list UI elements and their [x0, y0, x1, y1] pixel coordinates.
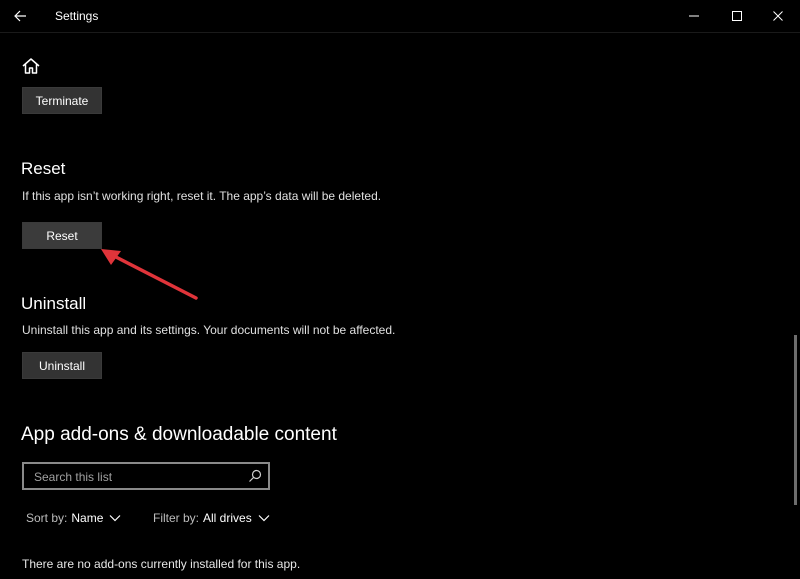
sort-label: Sort by: [26, 511, 68, 525]
search-icon[interactable] [248, 469, 262, 483]
close-icon[interactable] [764, 4, 792, 28]
search-input[interactable] [32, 467, 246, 487]
reset-heading: Reset [21, 159, 66, 178]
window-title: Settings [55, 9, 99, 23]
scrollbar-thumb[interactable] [794, 335, 797, 505]
title-bar: Settings [0, 0, 800, 33]
home-icon[interactable] [20, 55, 42, 77]
addons-heading: App add-ons & downloadable content [21, 424, 337, 445]
uninstall-description: Uninstall this app and its settings. You… [22, 323, 396, 337]
maximize-icon[interactable] [723, 4, 751, 28]
uninstall-heading: Uninstall [21, 294, 87, 313]
back-arrow-icon[interactable] [10, 6, 32, 26]
reset-description: If this app isn’t working right, reset i… [22, 189, 382, 203]
chevron-down-icon [258, 515, 270, 522]
annotation-arrow [101, 249, 198, 300]
search-box [22, 462, 270, 490]
no-addons-message: There are no add-ons currently installed… [22, 557, 301, 571]
filter-dropdown[interactable]: Filter by: All drives [153, 511, 270, 525]
uninstall-button[interactable]: Uninstall [22, 352, 102, 379]
sort-value: Name [71, 511, 104, 525]
terminate-button[interactable]: Terminate [22, 87, 102, 114]
sort-dropdown[interactable]: Sort by: Name [26, 511, 121, 525]
filter-label: Filter by: [153, 511, 200, 525]
minimize-icon[interactable] [680, 4, 708, 28]
reset-button[interactable]: Reset [22, 222, 102, 249]
filter-value: All drives [203, 511, 252, 525]
chevron-down-icon [109, 515, 121, 522]
